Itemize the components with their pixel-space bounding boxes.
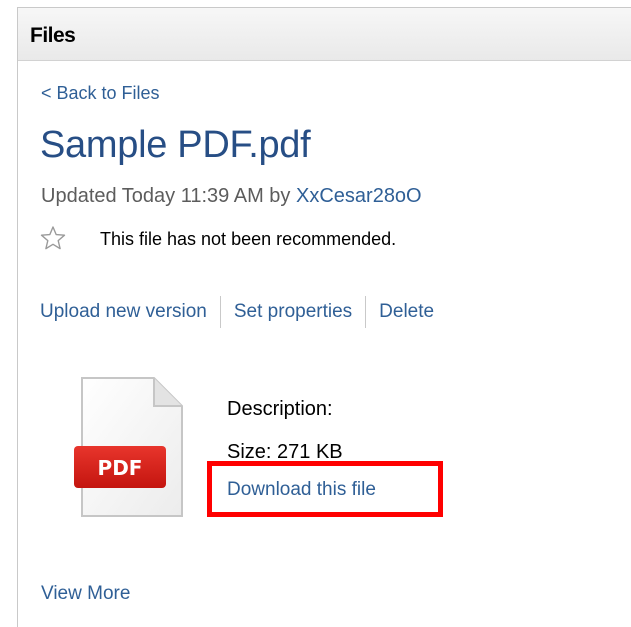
pdf-file-icon: PDF [74,377,183,517]
action-divider [219,296,221,328]
description-label: Description: [227,398,333,420]
star-icon[interactable] [40,225,66,251]
action-divider [365,296,367,328]
file-title: Sample PDF.pdf [40,124,311,166]
pdf-badge-label: PDF [98,456,143,480]
set-properties-link[interactable]: Set properties [234,301,352,323]
panel-header: Files [18,8,631,61]
recommend-status-text: This file has not been recommended. [100,229,397,249]
user-link[interactable]: XxCesar28oO [296,185,422,207]
panel-title: Files [30,24,76,47]
back-to-files-link[interactable]: < Back to Files [41,83,160,104]
upload-new-version-link[interactable]: Upload new version [40,301,207,323]
file-size-label: Size: 271 KB [227,441,343,463]
delete-link[interactable]: Delete [379,301,434,323]
download-file-link[interactable]: Download this file [227,479,376,501]
updated-text: Updated Today 11:39 AM by [41,185,296,207]
updated-line: Updated Today 11:39 AM by XxCesar28oO [41,185,422,208]
view-more-link[interactable]: View More [41,583,130,605]
file-actions: Upload new version Set properties Delete [40,294,434,330]
